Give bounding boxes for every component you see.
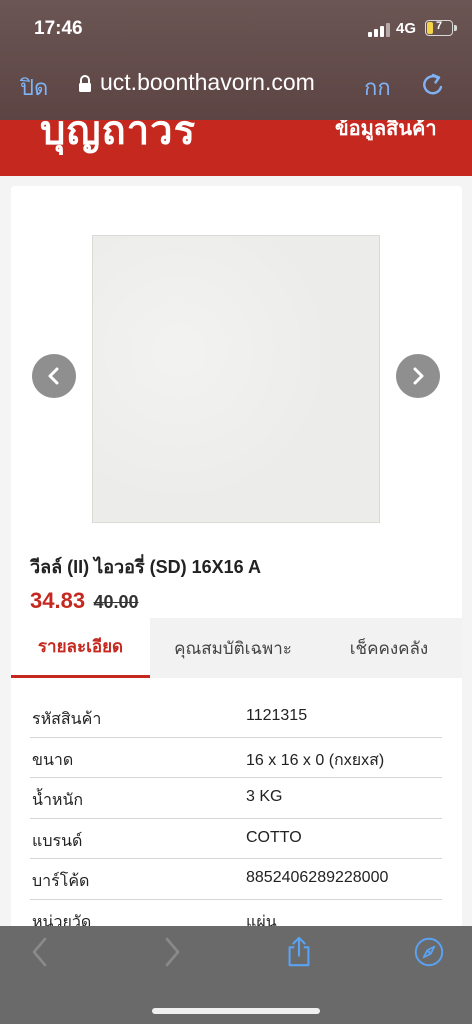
share-icon[interactable] bbox=[284, 936, 314, 968]
product-image[interactable] bbox=[92, 235, 380, 523]
reload-icon[interactable] bbox=[420, 71, 446, 99]
address-bar[interactable]: ปิด uct.boonthavorn.com กก bbox=[0, 60, 472, 110]
text-size-button[interactable]: กก bbox=[364, 70, 391, 105]
status-bar: 17:46 4G 7 bbox=[0, 0, 472, 56]
spec-label: แบรนด์ bbox=[32, 832, 83, 850]
spec-row-size: ขนาด 16 x 16 x 0 (กxยxส) bbox=[30, 738, 442, 778]
product-name: วีลล์ (II) ไอวอรี่ (SD) 16X16 A bbox=[30, 557, 261, 577]
battery-icon: 7 bbox=[425, 20, 453, 36]
spec-row-weight: น้ำหนัก 3 KG bbox=[30, 778, 442, 819]
spec-label: น้ำหนัก bbox=[32, 792, 84, 809]
network-type: 4G bbox=[396, 20, 417, 37]
spec-value: 16 x 16 x 0 (กxยxส) bbox=[246, 751, 385, 769]
next-image-button[interactable] bbox=[396, 354, 440, 398]
browser-toolbar bbox=[0, 926, 472, 1024]
spec-row-barcode: บาร์โค้ด 8852406289228000 bbox=[30, 859, 442, 900]
spec-row-brand: แบรนด์ COTTO bbox=[30, 819, 442, 859]
tab-specifications[interactable]: คุณสมบัติเฉพาะ bbox=[150, 618, 316, 678]
lock-icon bbox=[79, 75, 91, 92]
price-row: 34.83 40.00 bbox=[30, 588, 139, 614]
battery-nub bbox=[454, 25, 457, 31]
back-icon[interactable] bbox=[26, 936, 56, 968]
chevron-right-icon bbox=[413, 367, 424, 385]
spec-value: COTTO bbox=[246, 828, 302, 846]
signal-icon bbox=[368, 23, 390, 37]
original-price: 40.00 bbox=[93, 592, 139, 612]
spec-label: ขนาด bbox=[32, 751, 74, 769]
tab-stock-check[interactable]: เช็คคงคลัง bbox=[316, 618, 462, 678]
product-card: วีลล์ (II) ไอวอรี่ (SD) 16X16 A 34.83 40… bbox=[11, 186, 462, 946]
sale-price: 34.83 bbox=[30, 588, 86, 613]
spec-label: บาร์โค้ด bbox=[32, 873, 90, 890]
screen: บุญถาวร ข้อมูลสินค้า 17:46 4G 7 ปิด uct.… bbox=[0, 0, 472, 1024]
prev-image-button[interactable] bbox=[32, 354, 76, 398]
spec-value: 1121315 bbox=[246, 707, 308, 724]
chevron-left-icon bbox=[48, 367, 59, 385]
tab-details[interactable]: รายละเอียด bbox=[11, 618, 150, 678]
battery-level: 7 bbox=[435, 20, 443, 32]
spec-table: รหัสสินค้า 1121315 ขนาด 16 x 16 x 0 (กxย… bbox=[30, 697, 442, 940]
status-time: 17:46 bbox=[34, 18, 83, 39]
home-indicator[interactable] bbox=[152, 1008, 320, 1014]
forward-icon[interactable] bbox=[156, 936, 186, 968]
browser-chrome: 17:46 4G 7 ปิด uct.boonthavorn.com กก bbox=[0, 0, 472, 120]
compass-icon[interactable] bbox=[414, 936, 444, 968]
spec-label: รหัสสินค้า bbox=[32, 711, 102, 728]
close-button[interactable]: ปิด bbox=[20, 70, 48, 105]
spec-row-sku: รหัสสินค้า 1121315 bbox=[30, 697, 442, 738]
spec-value: 8852406289228000 bbox=[246, 869, 389, 886]
product-tabs: รายละเอียด คุณสมบัติเฉพาะ เช็คคงคลัง bbox=[11, 618, 462, 678]
url-text[interactable]: uct.boonthavorn.com bbox=[100, 69, 315, 96]
spec-value: 3 KG bbox=[246, 788, 283, 805]
